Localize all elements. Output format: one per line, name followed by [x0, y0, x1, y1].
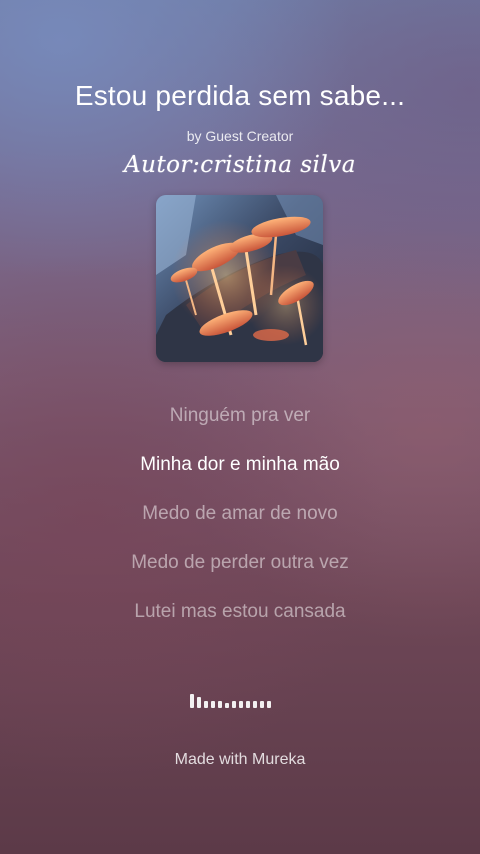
lyric-line: Medo de perder outra vez: [131, 552, 349, 573]
visualizer-bar: [267, 701, 271, 708]
audio-visualizer: [190, 692, 290, 708]
lyric-line: Ninguém pra ver: [169, 405, 311, 426]
visualizer-bar: [204, 701, 208, 708]
visualizer-bar: [246, 701, 250, 708]
author-credit: Autor:cristina silva: [124, 152, 356, 178]
song-title: Estou perdida sem sabe...: [74, 80, 406, 111]
visualizer-bar: [190, 694, 194, 708]
visualizer-bar: [218, 701, 222, 708]
visualizer-bar: [225, 703, 229, 708]
visualizer-bar: [239, 701, 243, 708]
lyric-line: Lutei mas estou cansada: [134, 601, 346, 622]
visualizer-bar: [232, 701, 236, 708]
visualizer-bar: [211, 701, 215, 708]
visualizer-bar: [253, 701, 257, 708]
lyrics-list: Ninguém pra ver Minha dor e minha mão Me…: [0, 402, 480, 647]
album-cover: [156, 195, 323, 362]
visualizer-bar: [260, 701, 264, 708]
creator-byline: by Guest Creator: [186, 128, 294, 144]
mushroom-artwork-icon: [156, 195, 323, 362]
visualizer-bar: [197, 697, 201, 708]
lyric-line: Medo de amar de novo: [142, 503, 338, 524]
lyric-line-current: Minha dor e minha mão: [140, 454, 340, 475]
made-with-credit: Made with Mureka: [174, 751, 306, 768]
